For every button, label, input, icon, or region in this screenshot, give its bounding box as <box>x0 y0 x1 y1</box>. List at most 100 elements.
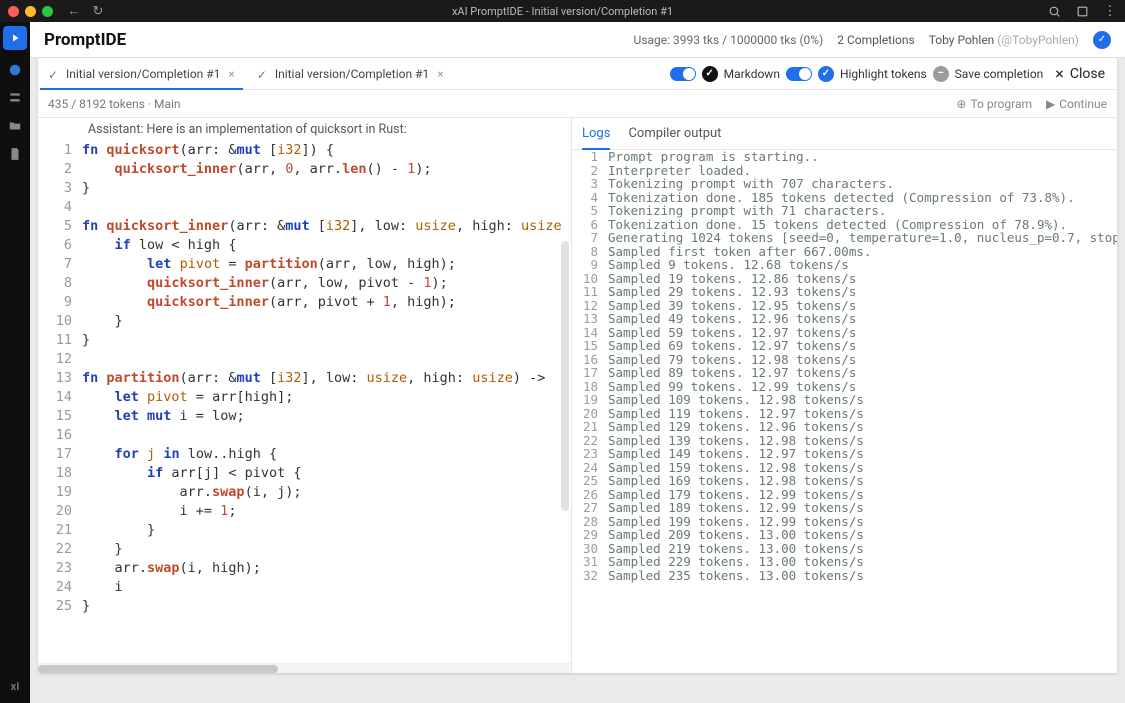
code-text: } <box>82 179 90 198</box>
log-line-number: 17 <box>572 366 608 380</box>
log-line: 21Sampled 129 tokens. 12.96 tokens/s <box>572 420 1117 434</box>
log-line-number: 32 <box>572 569 608 583</box>
log-line: 11Sampled 29 tokens. 12.93 tokens/s <box>572 285 1117 299</box>
run-button[interactable] <box>3 26 27 50</box>
code-text: fn quicksort_inner(arr: &mut [i32], low:… <box>82 217 562 236</box>
log-line: 14Sampled 59 tokens. 12.97 tokens/s <box>572 326 1117 340</box>
code-text: quicksort_inner(arr, pivot + 1, high); <box>82 293 456 312</box>
code-editor[interactable]: 1fn quicksort(arr: &mut [i32]) {2 quicks… <box>38 141 571 663</box>
code-line: 20 i += 1; <box>38 502 571 521</box>
code-line: 22 } <box>38 540 571 559</box>
tab-completion-1[interactable]: ✓ Initial version/Completion #1 × <box>40 58 243 89</box>
completions-count[interactable]: 2 Completions <box>837 33 914 47</box>
user-name: Toby Pohlen <box>929 33 995 47</box>
log-line: 18Sampled 99 tokens. 12.99 tokens/s <box>572 380 1117 394</box>
user-chip[interactable]: Toby Pohlen (@TobyPohlen) <box>929 33 1079 47</box>
code-line: 9 quicksort_inner(arr, pivot + 1, high); <box>38 293 571 312</box>
search-icon[interactable] <box>1047 4 1061 18</box>
rail-folder-icon[interactable] <box>7 118 23 134</box>
log-line-number: 21 <box>572 420 608 434</box>
extensions-icon[interactable] <box>1075 4 1089 18</box>
close-icon[interactable]: × <box>437 67 443 81</box>
line-number: 21 <box>38 521 82 540</box>
code-line: 21 } <box>38 521 571 540</box>
play-icon: ▶ <box>1046 97 1055 111</box>
close-icon[interactable]: × <box>228 67 234 81</box>
check-icon: ✓ <box>48 68 60 80</box>
panel: ✓ Initial version/Completion #1 × ✓ Init… <box>38 58 1117 673</box>
log-line: 19Sampled 109 tokens. 12.98 tokens/s <box>572 393 1117 407</box>
log-text: Prompt program is starting.. <box>608 150 819 164</box>
log-line: 2Interpreter loaded. <box>572 164 1117 178</box>
rail-files-icon[interactable] <box>7 90 23 106</box>
log-line-number: 22 <box>572 434 608 448</box>
log-line-number: 30 <box>572 542 608 556</box>
close-window-icon[interactable] <box>8 6 19 17</box>
log-line: 20Sampled 119 tokens. 12.97 tokens/s <box>572 407 1117 421</box>
continue-button[interactable]: ▶ Continue <box>1046 97 1107 111</box>
highlight-toggle[interactable]: ✓ Highlight tokens <box>786 58 927 89</box>
menu-icon[interactable]: ⋮ <box>1103 4 1117 18</box>
log-line-number: 3 <box>572 177 608 191</box>
log-line: 28Sampled 199 tokens. 12.99 tokens/s <box>572 515 1117 529</box>
log-line-number: 8 <box>572 245 608 259</box>
scrollbar-horizontal-track[interactable] <box>38 663 571 673</box>
log-text: Sampled 19 tokens. 12.86 tokens/s <box>608 272 856 286</box>
minimize-window-icon[interactable] <box>25 6 36 17</box>
toggle-label: Highlight tokens <box>840 67 927 81</box>
code-text: } <box>82 597 90 616</box>
code-text: quicksort_inner(arr, low, pivot - 1); <box>82 274 448 293</box>
reload-icon[interactable]: ↻ <box>91 4 105 18</box>
log-text: Sampled 39 tokens. 12.95 tokens/s <box>608 299 856 313</box>
log-line: 3Tokenizing prompt with 707 characters. <box>572 177 1117 191</box>
line-number: 16 <box>38 426 82 445</box>
log-text: Sampled 119 tokens. 12.97 tokens/s <box>608 407 864 421</box>
verified-icon: ✓ <box>1093 31 1111 49</box>
log-line: 9Sampled 9 tokens. 12.68 tokens/s <box>572 258 1117 272</box>
to-program-button[interactable]: ⊕ To program <box>956 97 1032 111</box>
usage-text: Usage: 3993 tks / 1000000 tks (0%) <box>634 33 824 47</box>
close-icon: × <box>1055 64 1064 83</box>
log-line-number: 5 <box>572 204 608 218</box>
markdown-toggle[interactable]: ✓ Markdown <box>670 58 780 89</box>
code-text: quicksort_inner(arr, 0, arr.len() - 1); <box>82 160 432 179</box>
log-line: 4Tokenization done. 185 tokens detected … <box>572 191 1117 205</box>
back-icon[interactable]: ← <box>67 4 81 18</box>
scrollbar-vertical[interactable] <box>561 241 569 511</box>
scrollbar-horizontal-thumb[interactable] <box>38 665 278 673</box>
log-line-number: 11 <box>572 285 608 299</box>
log-line: 32Sampled 235 tokens. 13.00 tokens/s <box>572 569 1117 583</box>
browser-nav: ← ↻ <box>67 4 105 18</box>
rail-add-icon[interactable] <box>7 62 23 78</box>
log-line-number: 6 <box>572 218 608 232</box>
line-number: 10 <box>38 312 82 331</box>
line-number: 7 <box>38 255 82 274</box>
log-line: 22Sampled 139 tokens. 12.98 tokens/s <box>572 434 1117 448</box>
save-completion-toggle[interactable]: – Save completion <box>933 58 1044 89</box>
window-controls <box>8 6 53 17</box>
log-text: Sampled 159 tokens. 12.98 tokens/s <box>608 461 864 475</box>
line-number: 25 <box>38 597 82 616</box>
maximize-window-icon[interactable] <box>42 6 53 17</box>
log-line-number: 15 <box>572 339 608 353</box>
code-line: 25} <box>38 597 571 616</box>
app-title: PromptIDE <box>44 30 126 50</box>
close-button[interactable]: × Close <box>1049 58 1111 89</box>
tab-completion-2[interactable]: ✓ Initial version/Completion #1 × <box>249 58 452 89</box>
check-icon: ✓ <box>257 68 269 80</box>
tab-logs[interactable]: Logs <box>582 118 610 149</box>
code-text: } <box>82 540 123 559</box>
log-line: 10Sampled 19 tokens. 12.86 tokens/s <box>572 272 1117 286</box>
tab-label: Compiler output <box>628 126 721 141</box>
line-number: 3 <box>38 179 82 198</box>
log-text: Sampled 139 tokens. 12.98 tokens/s <box>608 434 864 448</box>
line-number: 17 <box>38 445 82 464</box>
rail-doc-icon[interactable] <box>7 146 23 162</box>
code-line: 7 let pivot = partition(arr, low, high); <box>38 255 571 274</box>
log-view[interactable]: 1Prompt program is starting..2Interprete… <box>572 150 1117 673</box>
line-number: 2 <box>38 160 82 179</box>
log-text: Sampled 189 tokens. 12.99 tokens/s <box>608 501 864 515</box>
log-line-number: 19 <box>572 393 608 407</box>
line-number: 15 <box>38 407 82 426</box>
tab-compiler-output[interactable]: Compiler output <box>628 118 721 149</box>
